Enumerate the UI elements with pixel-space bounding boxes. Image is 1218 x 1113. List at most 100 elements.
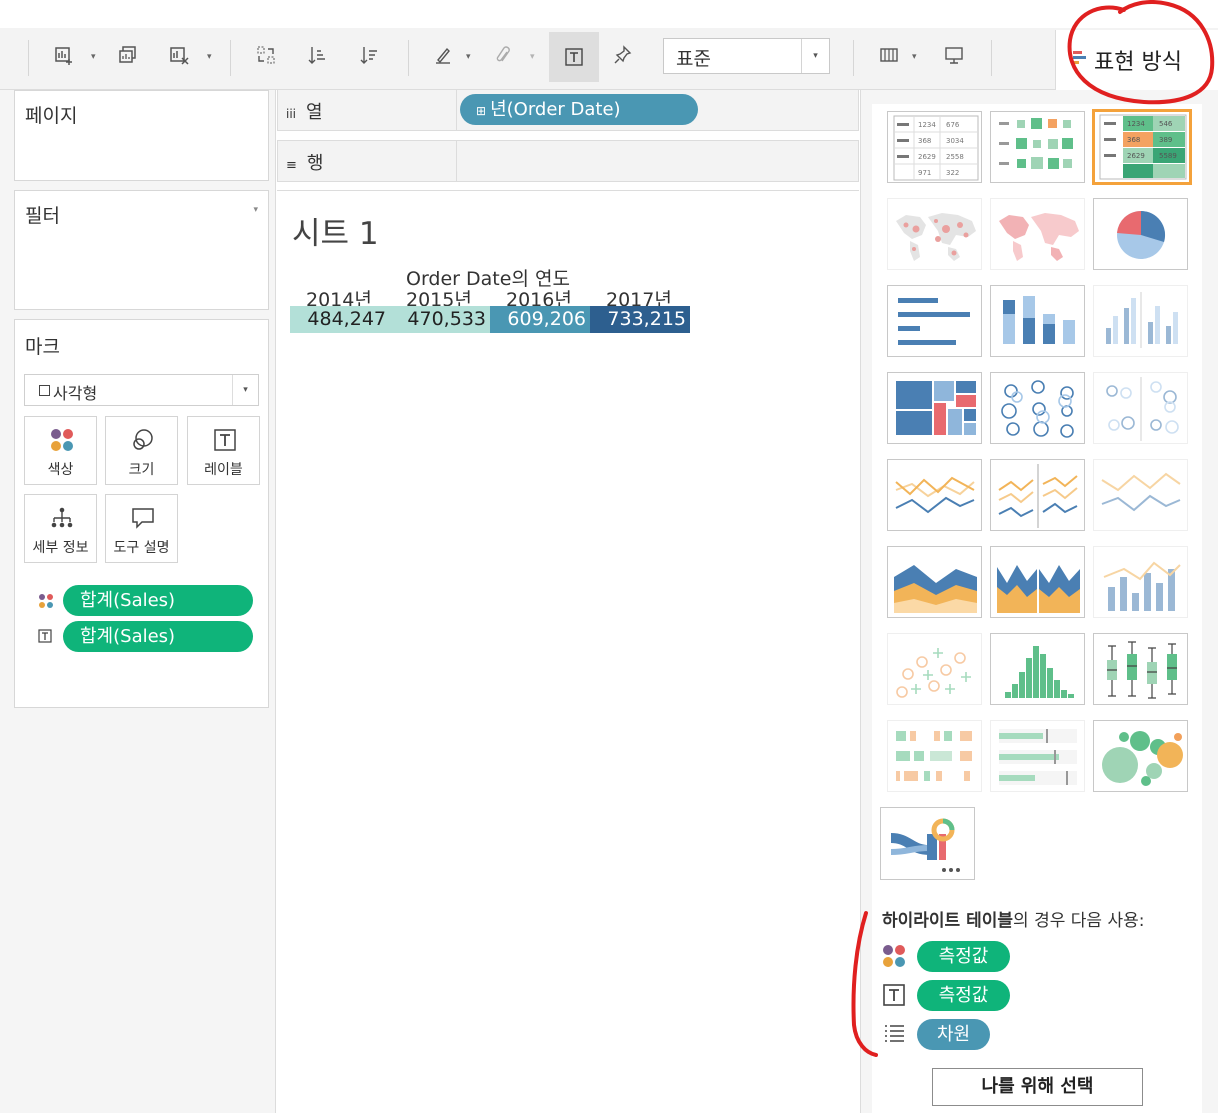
chart-thumb-discrete-lines[interactable] — [990, 459, 1085, 531]
chart-thumb-highlight-table[interactable]: 1234 546 368 389 2629 5589 — [1092, 109, 1192, 185]
detail-mark-button[interactable]: 세부 정보 — [24, 494, 97, 563]
chart-thumb-bullet-graph[interactable] — [990, 720, 1085, 792]
chart-thumb-pie[interactable] — [1093, 198, 1188, 270]
column-pill-year-order-date[interactable]: ⊞ 년(Order Date) — [460, 94, 698, 125]
label-mark-button[interactable]: 레이블 — [187, 416, 260, 485]
view-border — [277, 190, 859, 191]
chart-thumb-histogram[interactable] — [990, 633, 1085, 705]
toolbar-divider — [991, 40, 992, 76]
table-cell[interactable]: 733,215 — [590, 306, 690, 333]
chart-thumb-side-by-side-bars[interactable] — [1093, 285, 1188, 357]
fit-dropdown-value: 표준 — [676, 48, 711, 70]
presentation-mode-icon[interactable] — [940, 44, 968, 72]
svg-text:368: 368 — [1127, 136, 1140, 144]
filters-shelf[interactable]: 필터 ▾ — [14, 190, 269, 310]
table-cell[interactable]: 609,206 — [490, 306, 590, 333]
mark-pill-sales-label[interactable]: 합계(Sales) — [63, 621, 253, 652]
chart-thumb-filled-map[interactable] — [990, 198, 1085, 270]
svg-text:1234: 1234 — [1127, 120, 1145, 128]
chart-thumb-text-table[interactable]: 1234 676 368 3034 2629 2558 971 322 — [887, 111, 982, 183]
rows-shelf[interactable]: ≡ 행 — [277, 140, 859, 182]
chart-thumb-scatter[interactable] — [887, 633, 982, 705]
hint-chart-name: 하이라이트 테이블 — [882, 911, 1014, 931]
chevron-down-icon[interactable]: ▾ — [232, 375, 258, 405]
marks-title: 마크 — [25, 336, 60, 358]
table-cell[interactable]: 484,247 — [290, 306, 390, 333]
svg-text:2629: 2629 — [918, 153, 936, 161]
expand-plus-icon[interactable]: ⊞ — [476, 104, 486, 118]
clear-sheet-icon[interactable] — [165, 44, 193, 72]
show-cards-icon[interactable] — [875, 44, 903, 72]
color-icon — [39, 594, 53, 608]
svg-text:322: 322 — [946, 169, 959, 177]
chart-thumb-symbol-map[interactable] — [887, 198, 982, 270]
chart-thumb-area-continuous[interactable] — [887, 546, 982, 618]
chevron-down-icon[interactable]: ▾ — [801, 39, 829, 73]
detail-icon — [51, 507, 73, 528]
group-members-icon[interactable] — [491, 44, 519, 72]
svg-text:1234: 1234 — [918, 121, 936, 129]
chart-thumb-heat-map[interactable] — [990, 111, 1085, 183]
show-me-hint: 하이라이트 테이블의 경우 다음 사용: — [882, 906, 1144, 931]
sheet-title: 시트 1 — [292, 216, 379, 252]
svg-text:389: 389 — [1159, 136, 1172, 144]
svg-text:368: 368 — [918, 137, 931, 145]
choose-for-me-button[interactable]: 나를 위해 선택 — [932, 1068, 1143, 1106]
chart-thumb-gantt[interactable] — [887, 720, 982, 792]
svg-text:546: 546 — [1159, 120, 1173, 128]
size-mark-button[interactable]: 크기 — [105, 416, 178, 485]
duplicate-sheet-icon[interactable] — [114, 44, 142, 72]
chart-thumb-more-extensions[interactable] — [880, 807, 975, 880]
svg-text:3034: 3034 — [946, 137, 964, 145]
chart-thumb-dual-combination[interactable] — [1093, 546, 1188, 618]
new-worksheet-icon[interactable] — [50, 44, 78, 72]
chevron-down-icon[interactable]: ▾ — [466, 50, 476, 64]
chart-thumb-continuous-lines[interactable] — [887, 459, 982, 531]
table-cell[interactable]: 470,533 — [390, 306, 490, 333]
pin-axes-icon[interactable] — [609, 44, 637, 72]
chart-thumb-treemap[interactable] — [887, 372, 982, 444]
highlight-pen-icon[interactable] — [429, 44, 457, 72]
show-me-tab[interactable]: 표현 방식 — [1055, 30, 1218, 90]
chart-thumb-packed-bubbles[interactable] — [1093, 720, 1188, 792]
shelf-divider — [456, 141, 457, 181]
chart-thumb-box-whisker[interactable] — [1093, 633, 1188, 705]
toolbar-divider — [853, 40, 854, 76]
mark-pill-label: 합계(Sales) — [80, 590, 176, 611]
mark-type-value: 사각형 — [53, 384, 98, 403]
mark-pill-label: 합계(Sales) — [80, 626, 176, 647]
chevron-down-icon[interactable]: ▾ — [253, 205, 258, 215]
text-label-icon — [883, 984, 905, 1006]
rows-shelf-label: ≡ 행 — [286, 153, 324, 174]
sort-descending-icon[interactable] — [356, 44, 384, 72]
show-me-icon — [1073, 51, 1086, 64]
toolbar-divider — [230, 40, 231, 76]
pages-shelf[interactable]: 페이지 — [14, 90, 269, 181]
chevron-down-icon[interactable]: ▾ — [530, 50, 540, 64]
swap-rows-columns-icon[interactable] — [252, 44, 280, 72]
columns-shelf[interactable]: iii 열 ⊞ 년(Order Date) — [277, 89, 859, 131]
sort-ascending-icon[interactable] — [304, 44, 332, 72]
mark-type-dropdown[interactable]: 사각형 ▾ — [24, 374, 259, 406]
show-me-label: 표현 방식 — [1094, 50, 1182, 75]
mark-pill-sales-color[interactable]: 합계(Sales) — [63, 585, 253, 616]
chevron-down-icon[interactable]: ▾ — [912, 50, 922, 64]
chevron-down-icon[interactable]: ▾ — [207, 50, 217, 64]
chart-thumb-side-by-side-circles[interactable] — [1093, 372, 1188, 444]
chart-thumb-dual-lines[interactable] — [1093, 459, 1188, 531]
chart-thumb-area-discrete[interactable] — [990, 546, 1085, 618]
toolbar-divider — [28, 40, 29, 76]
tooltip-mark-label: 도구 설명 — [113, 540, 170, 556]
fit-dropdown[interactable]: 표준 ▾ — [663, 38, 830, 74]
label-mark-label: 레이블 — [204, 462, 243, 478]
detail-mark-label: 세부 정보 — [32, 540, 89, 556]
show-mark-labels-button[interactable] — [549, 32, 599, 82]
chart-thumb-stacked-bars[interactable] — [990, 285, 1085, 357]
chart-thumb-circle-views[interactable] — [990, 372, 1085, 444]
chevron-down-icon[interactable]: ▾ — [91, 50, 101, 64]
columns-icon: iii — [286, 107, 297, 121]
tooltip-mark-button[interactable]: 도구 설명 — [105, 494, 178, 563]
chart-thumb-horizontal-bars[interactable] — [887, 285, 982, 357]
svg-text:5589: 5589 — [1159, 152, 1177, 160]
color-mark-button[interactable]: 색상 — [24, 416, 97, 485]
